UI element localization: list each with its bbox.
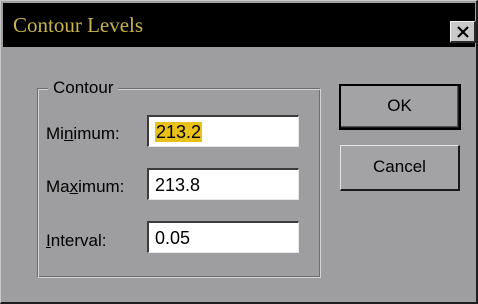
close-icon — [457, 26, 469, 38]
window-title: Contour Levels — [13, 13, 144, 37]
minimum-field[interactable]: 213.2 — [147, 115, 299, 147]
minimum-value: 213.2 — [155, 122, 203, 142]
close-button[interactable] — [450, 21, 476, 43]
contour-levels-dialog: Contour Levels Contour Minimum: 213.2 Ma… — [0, 0, 478, 304]
maximum-label: Maximum: — [46, 177, 125, 196]
contour-group-legend: Contour — [48, 78, 119, 98]
minimum-label: Minimum: — [46, 124, 120, 143]
interval-value: 0.05 — [155, 228, 191, 248]
cancel-button[interactable]: Cancel — [340, 145, 460, 191]
interval-field[interactable]: 0.05 — [147, 221, 299, 253]
maximum-value: 213.8 — [155, 175, 201, 195]
title-bar[interactable]: Contour Levels — [3, 3, 476, 47]
interval-label: Interval: — [46, 231, 107, 250]
ok-button[interactable]: OK — [339, 84, 461, 130]
maximum-field[interactable]: 213.8 — [147, 168, 299, 200]
